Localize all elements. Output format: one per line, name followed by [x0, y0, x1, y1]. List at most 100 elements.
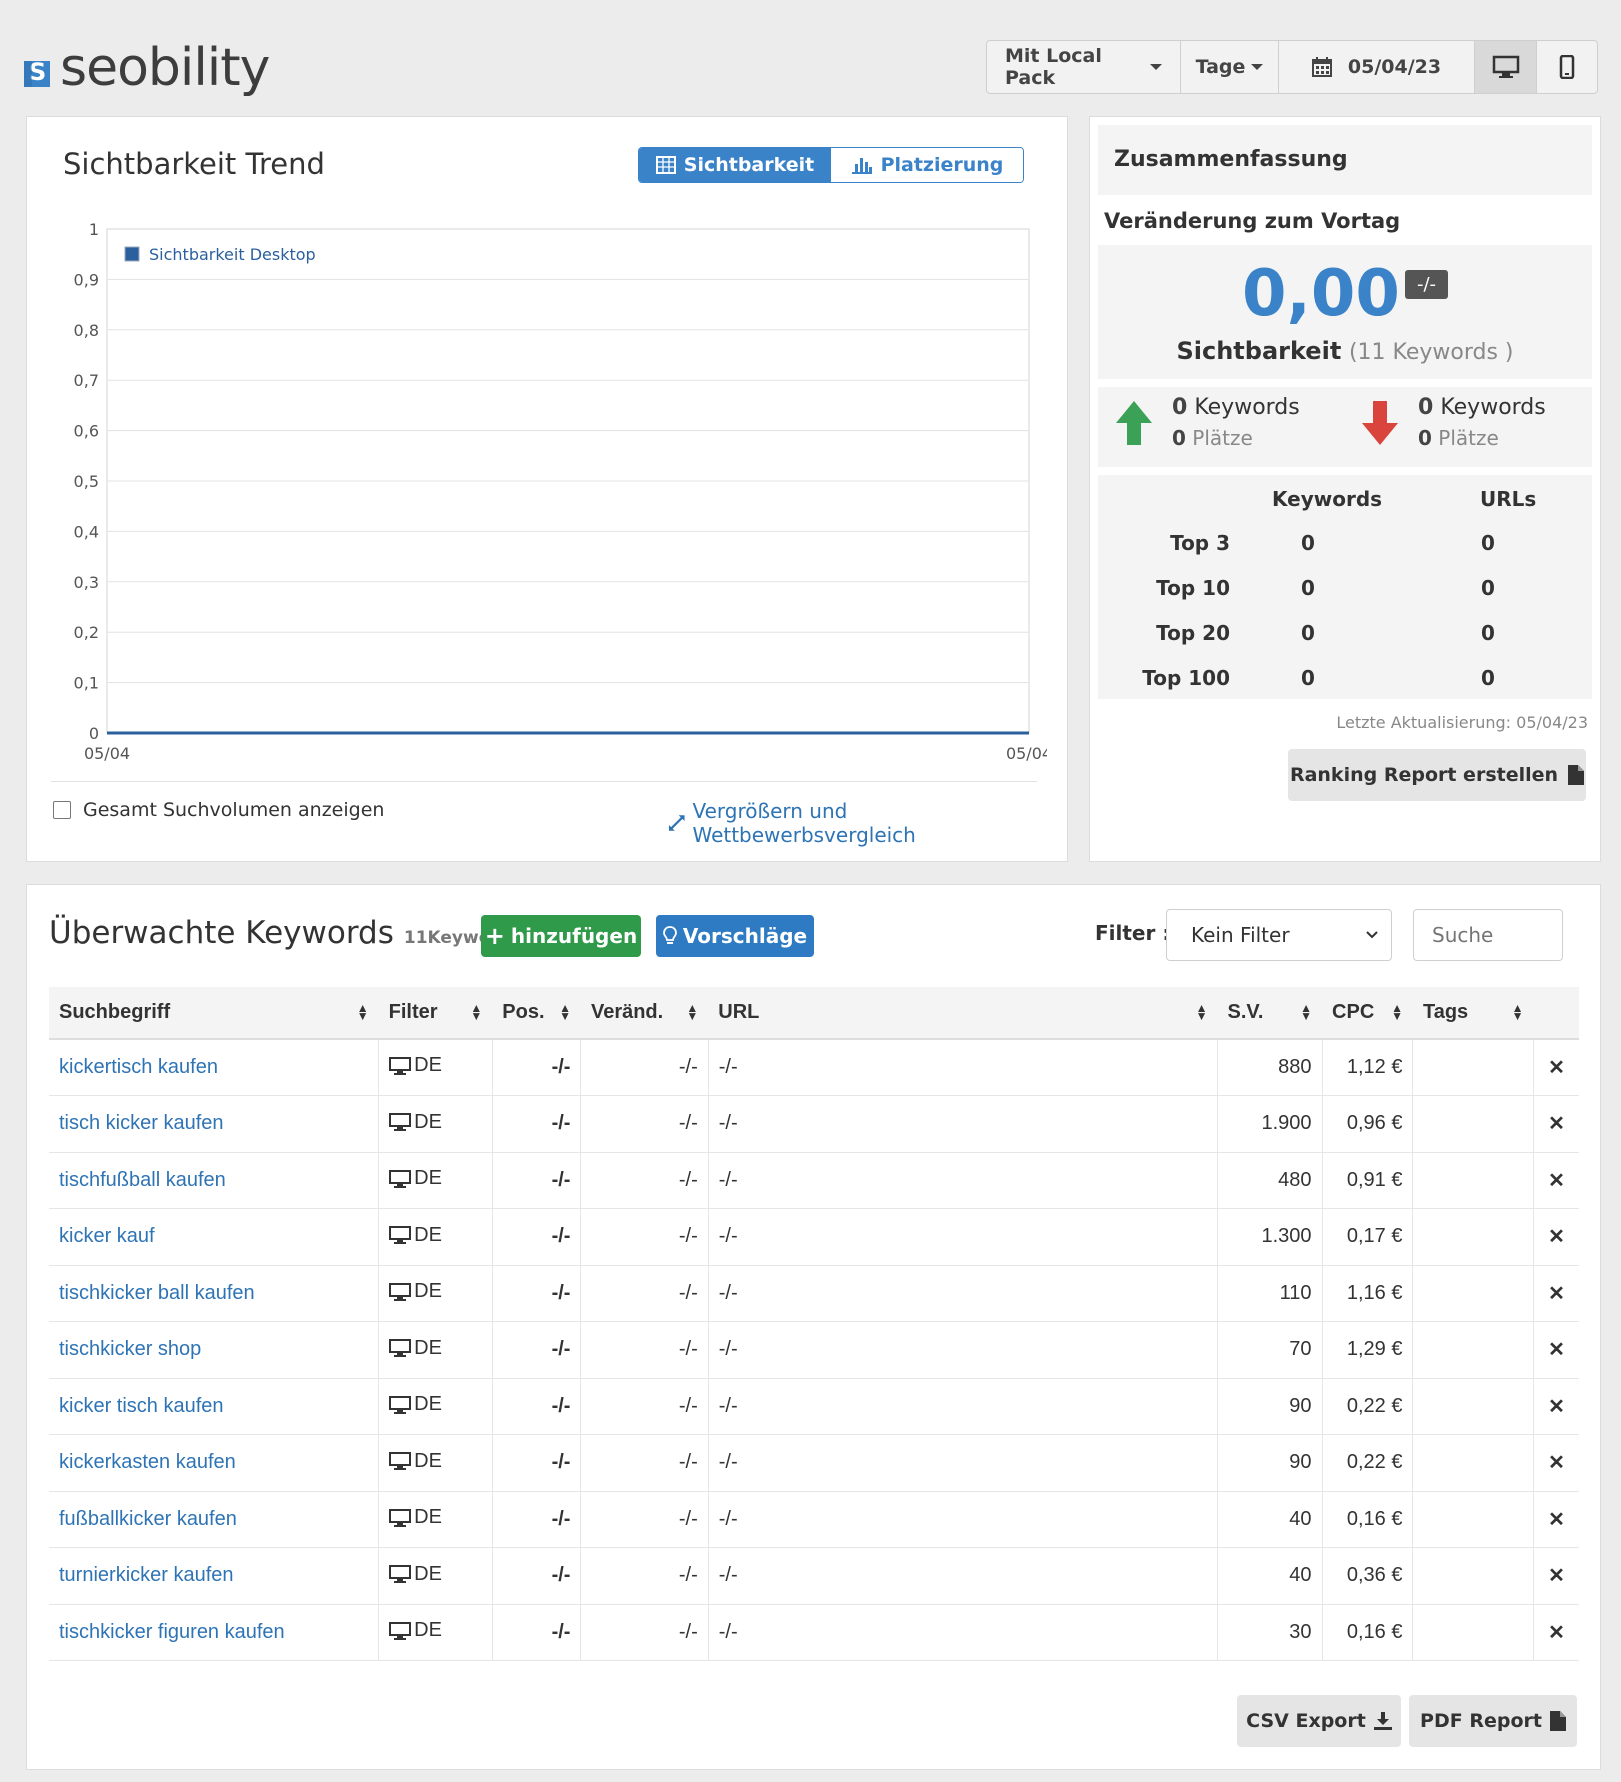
tags-cell[interactable]: [1412, 1547, 1534, 1605]
tab-ranking[interactable]: Platzierung: [831, 148, 1023, 182]
suggestions-button[interactable]: Vorschläge: [656, 915, 814, 957]
mobile-view-button[interactable]: [1537, 41, 1597, 93]
search-volume-cell: 40: [1217, 1547, 1323, 1605]
tags-cell[interactable]: [1412, 1265, 1534, 1322]
tags-cell[interactable]: [1412, 1604, 1534, 1661]
calendar-icon: [1311, 57, 1332, 77]
table-row[interactable]: tischkicker shop DE -/- -/- -/- 70 1,29 € ✕: [49, 1321, 1579, 1379]
add-keyword-button[interactable]: + hinzufügen: [481, 915, 641, 957]
table-row[interactable]: kickertisch kaufen DE -/- -/- -/- 880 1,12 € ✕: [49, 1039, 1579, 1096]
col-header-label: Veränd.: [590, 1001, 664, 1023]
col-header-pos[interactable]: Pos. ▲ ▼: [492, 987, 581, 1040]
col-header-tags[interactable]: Tags ▲ ▼: [1412, 987, 1534, 1040]
tags-cell[interactable]: [1412, 1434, 1534, 1492]
delete-icon[interactable]: ✕: [1533, 1208, 1579, 1266]
keyword-link[interactable]: tisch kicker kaufen: [49, 1095, 380, 1153]
keyword-link[interactable]: tischfußball kaufen: [49, 1152, 380, 1209]
ranking-report-label: Ranking Report erstellen: [1289, 764, 1559, 786]
csv-export-button[interactable]: CSV Export: [1237, 1695, 1401, 1747]
desktop-view-button[interactable]: [1475, 41, 1537, 93]
search-volume-cell: 70: [1217, 1321, 1323, 1379]
desktop-icon: [1492, 55, 1519, 78]
col-header-filter[interactable]: Filter ▲ ▼: [378, 987, 493, 1040]
change-cell: -/-: [580, 1604, 709, 1661]
url-cell: -/-: [708, 1095, 1218, 1153]
keyword-link[interactable]: tischkicker ball kaufen: [49, 1265, 380, 1322]
keyword-link[interactable]: tischkicker shop: [49, 1321, 380, 1379]
url-cell: -/-: [708, 1547, 1218, 1605]
trend-panel: Sichtbarkeit Trend Sichtbarkeit Platzier…: [26, 116, 1068, 862]
tags-cell[interactable]: [1412, 1152, 1534, 1209]
tags-cell[interactable]: [1412, 1321, 1534, 1379]
date-picker[interactable]: 05/04/23: [1279, 41, 1475, 93]
col-header-term[interactable]: Suchbegriff ▲ ▼: [49, 987, 379, 1040]
table-row[interactable]: turnierkicker kaufen DE -/- -/- -/- 40 0,36 € ✕: [49, 1547, 1579, 1605]
search-volume-cell: 90: [1217, 1434, 1323, 1492]
keyword-link[interactable]: tischkicker figuren kaufen: [49, 1604, 380, 1661]
days-dropdown[interactable]: Tage: [1181, 41, 1279, 93]
keyword-link[interactable]: kickertisch kaufen: [49, 1039, 380, 1096]
tags-cell[interactable]: [1412, 1208, 1534, 1266]
tags-cell[interactable]: [1412, 1095, 1534, 1153]
filter-select[interactable]: Kein Filter: [1166, 909, 1392, 961]
top-table-row-label: Top 10: [1156, 576, 1230, 600]
col-header-change[interactable]: Veränd. ▲ ▼: [580, 987, 709, 1040]
delete-icon[interactable]: ✕: [1533, 1547, 1579, 1605]
keyword-link[interactable]: turnierkicker kaufen: [49, 1547, 380, 1605]
delete-icon[interactable]: ✕: [1533, 1491, 1579, 1548]
tags-cell[interactable]: [1412, 1039, 1534, 1096]
keyword-link[interactable]: kickerkasten kaufen: [49, 1434, 380, 1492]
keyword-link[interactable]: kicker kauf: [49, 1208, 380, 1266]
tags-cell[interactable]: [1412, 1491, 1534, 1548]
keywords-note: (11 Keywords ): [1348, 340, 1514, 365]
delete-icon[interactable]: ✕: [1533, 1095, 1579, 1153]
table-row[interactable]: fußballkicker kaufen DE -/- -/- -/- 40 0,16 € ✕: [49, 1491, 1579, 1548]
change-cell: -/-: [580, 1434, 709, 1492]
delete-icon[interactable]: ✕: [1533, 1604, 1579, 1661]
col-header-label: Pos.: [502, 1001, 545, 1023]
filter-value: Kein Filter: [1191, 923, 1290, 947]
delete-icon[interactable]: ✕: [1533, 1039, 1579, 1096]
table-row[interactable]: kicker kauf DE -/- -/- -/- 1.300 0,17 € ✕: [49, 1208, 1579, 1266]
cpc-cell: 1,12 €: [1322, 1039, 1414, 1096]
col-header-url[interactable]: URL ▲ ▼: [708, 987, 1218, 1040]
pdf-report-button[interactable]: PDF Report: [1409, 1695, 1577, 1747]
change-cell: -/-: [580, 1265, 709, 1322]
date-label: 05/04/23: [1347, 56, 1442, 78]
table-row[interactable]: tisch kicker kaufen DE -/- -/- -/- 1.900 0,96 …: [49, 1095, 1579, 1153]
col-header-cpc[interactable]: CPC ▲ ▼: [1322, 987, 1413, 1040]
total-volume-label: Gesamt Suchvolumen anzeigen: [83, 799, 385, 821]
ranking-report-button[interactable]: Ranking Report erstellen: [1288, 749, 1586, 801]
delete-icon[interactable]: ✕: [1533, 1434, 1579, 1492]
delete-icon[interactable]: ✕: [1533, 1378, 1579, 1435]
legend-swatch: [124, 246, 140, 262]
table-row[interactable]: kicker tisch kaufen DE -/- -/- -/- 90 0,22 € ✕: [49, 1378, 1579, 1435]
position-cell: -/-: [492, 1321, 582, 1379]
url-cell: -/-: [708, 1604, 1218, 1661]
table-row[interactable]: kickerkasten kaufen DE -/- -/- -/- 90 0,22 € ✕: [49, 1434, 1579, 1492]
table-row[interactable]: tischkicker figuren kaufen DE -/- -/- -/- 30 0…: [49, 1604, 1579, 1661]
keyword-link[interactable]: kicker tisch kaufen: [49, 1378, 380, 1435]
delete-icon[interactable]: ✕: [1533, 1152, 1579, 1209]
table-row[interactable]: tischkicker ball kaufen DE -/- -/- -/- 110 1,1…: [49, 1265, 1579, 1322]
visibility-score: 0,00 -/-: [1098, 257, 1592, 331]
search-input[interactable]: [1413, 909, 1563, 961]
tags-cell[interactable]: [1412, 1378, 1534, 1435]
delete-icon[interactable]: ✕: [1533, 1265, 1579, 1322]
position-cell: -/-: [492, 1491, 582, 1548]
desktop-icon: [389, 1113, 412, 1131]
col-header-sv[interactable]: S.V. ▲ ▼: [1217, 987, 1323, 1040]
brand-logo[interactable]: seobility: [24, 38, 270, 98]
country-code: DE: [414, 1110, 442, 1133]
visibility-score-box: 0,00 -/- Sichtbarkeit (11 Keywords ): [1098, 245, 1592, 379]
keyword-link[interactable]: fußballkicker kaufen: [49, 1491, 380, 1548]
tab-visibility[interactable]: Sichtbarkeit: [639, 148, 831, 182]
total-volume-toggle[interactable]: Gesamt Suchvolumen anzeigen: [53, 799, 384, 821]
delete-icon[interactable]: ✕: [1533, 1321, 1579, 1379]
total-volume-checkbox[interactable]: [53, 801, 71, 819]
arrow-down-icon: [1362, 400, 1398, 445]
search-volume-cell: 1.900: [1217, 1095, 1323, 1153]
table-row[interactable]: tischfußball kaufen DE -/- -/- -/- 480 0,91 € ✕: [49, 1152, 1579, 1209]
expand-compare-link[interactable]: Vergrößern und Wettbewerbsvergleich: [667, 799, 1067, 847]
local-pack-dropdown[interactable]: Mit Local Pack: [987, 41, 1181, 93]
